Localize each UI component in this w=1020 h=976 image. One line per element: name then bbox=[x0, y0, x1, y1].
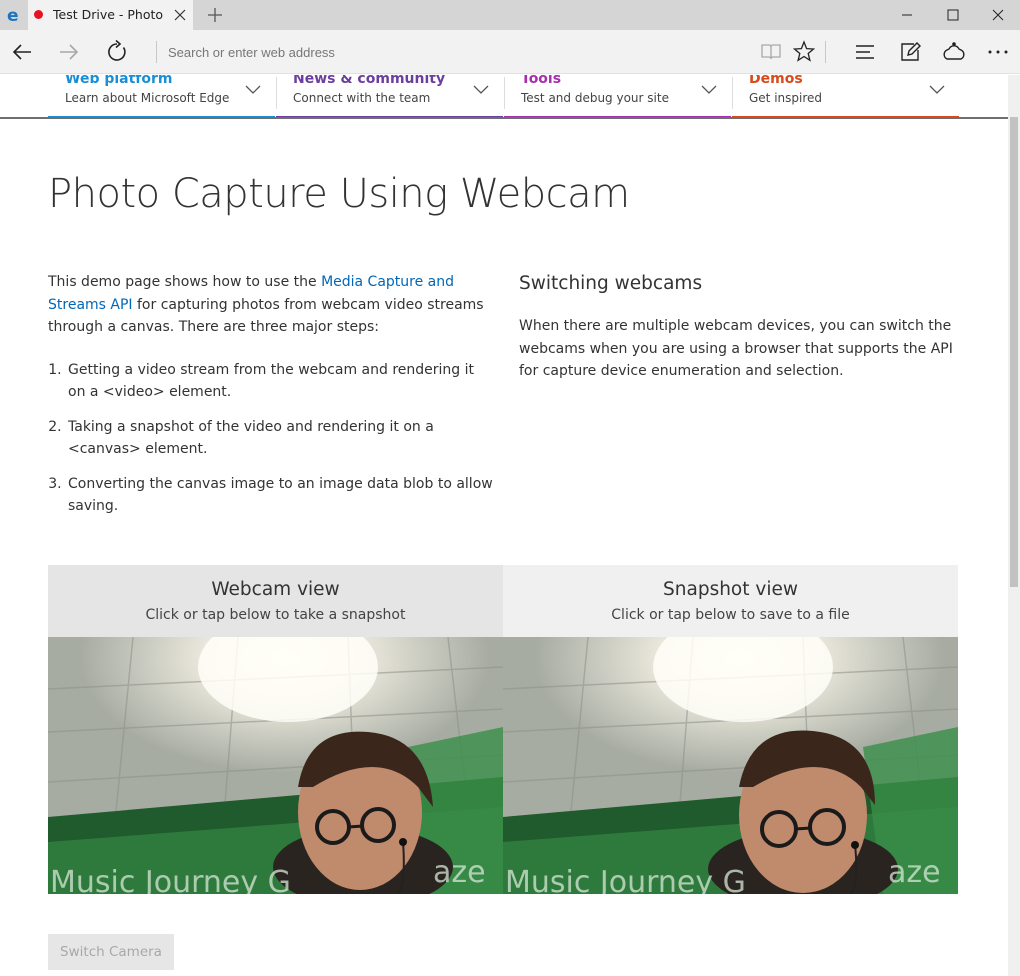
share-icon[interactable] bbox=[940, 38, 968, 66]
svg-text:Music Journey G: Music Journey G bbox=[505, 865, 746, 894]
toolbar-divider bbox=[825, 41, 826, 63]
browser-tab[interactable]: Test Drive - Photo C bbox=[28, 0, 193, 30]
chevron-down-icon bbox=[701, 85, 717, 94]
nav-divider bbox=[276, 77, 277, 109]
page-title: Photo Capture Using Webcam bbox=[48, 171, 630, 217]
nav-underline bbox=[48, 116, 275, 117]
nav-tools[interactable]: Tools Test and debug your site bbox=[504, 75, 731, 117]
nav-subtitle: Get inspired bbox=[749, 91, 823, 105]
step-item: Converting the canvas image to an image … bbox=[66, 473, 493, 518]
nav-title: Web platform bbox=[65, 75, 173, 87]
scrollbar-thumb[interactable] bbox=[1010, 117, 1018, 587]
webcam-video[interactable]: Music Journey G aze bbox=[48, 637, 503, 894]
favorite-star-icon[interactable] bbox=[790, 38, 818, 66]
maximize-icon[interactable] bbox=[930, 0, 976, 30]
svg-text:Music Journey G: Music Journey G bbox=[50, 865, 291, 894]
nav-subtitle: Test and debug your site bbox=[521, 91, 669, 105]
minimize-icon[interactable] bbox=[884, 0, 930, 30]
close-tab-icon[interactable] bbox=[170, 5, 190, 25]
more-options-icon[interactable] bbox=[984, 38, 1012, 66]
forward-icon[interactable] bbox=[55, 38, 83, 66]
nav-underline bbox=[276, 116, 503, 117]
switching-column: Switching webcams When there are multipl… bbox=[519, 271, 961, 383]
nav-divider bbox=[504, 77, 505, 109]
site-navigation: Web platform Learn about Microsoft Edge … bbox=[0, 75, 1008, 119]
nav-underline bbox=[732, 116, 959, 117]
intro-paragraph: This demo page shows how to use the Medi… bbox=[48, 271, 493, 339]
nav-web-platform[interactable]: Web platform Learn about Microsoft Edge bbox=[48, 75, 275, 117]
svg-text:aze: aze bbox=[433, 855, 486, 890]
nav-news-community[interactable]: News & community Connect with the team bbox=[276, 75, 503, 117]
hub-icon[interactable] bbox=[851, 38, 879, 66]
steps-list: Getting a video stream from the webcam a… bbox=[48, 359, 493, 518]
snapshot-frame-image: Music Journey G aze bbox=[503, 637, 958, 894]
snapshot-view-panel: Snapshot view Click or tap below to save… bbox=[503, 565, 958, 894]
step-item: Getting a video stream from the webcam a… bbox=[66, 359, 493, 404]
snapshot-canvas[interactable]: Music Journey G aze bbox=[503, 637, 958, 894]
nav-title: Tools bbox=[521, 75, 562, 87]
svg-text:e: e bbox=[7, 6, 19, 24]
nav-title: News & community bbox=[293, 75, 446, 87]
webcam-frame-image: Music Journey G aze bbox=[48, 637, 503, 894]
refresh-icon[interactable] bbox=[103, 38, 131, 66]
nav-subtitle: Connect with the team bbox=[293, 91, 431, 105]
intro-column: This demo page shows how to use the Medi… bbox=[48, 271, 493, 530]
nav-demos[interactable]: Demos Get inspired bbox=[732, 75, 959, 117]
switching-heading: Switching webcams bbox=[519, 273, 703, 294]
back-icon[interactable] bbox=[8, 38, 36, 66]
nav-subtitle: Learn about Microsoft Edge bbox=[65, 91, 230, 105]
vertical-scrollbar[interactable] bbox=[1008, 75, 1020, 976]
browser-toolbar bbox=[0, 30, 1020, 74]
snapshot-view-title: Snapshot view bbox=[663, 579, 798, 600]
snapshot-view-subtitle: Click or tap below to save to a file bbox=[611, 607, 850, 623]
chevron-down-icon bbox=[473, 85, 489, 94]
title-bar: e Test Drive - Photo C bbox=[0, 0, 1020, 30]
page-content: Photo Capture Using Webcam This demo pag… bbox=[0, 121, 1008, 976]
nav-underline bbox=[504, 116, 731, 117]
web-note-icon[interactable] bbox=[896, 38, 924, 66]
nav-title: Demos bbox=[749, 75, 803, 87]
chevron-down-icon bbox=[245, 85, 261, 94]
edge-logo-icon: e bbox=[7, 6, 19, 24]
webcam-view-panel: Webcam view Click or tap below to take a… bbox=[48, 565, 503, 894]
webcam-view-title: Webcam view bbox=[211, 579, 340, 600]
tab-title: Test Drive - Photo C bbox=[53, 7, 165, 22]
switching-paragraph: When there are multiple webcam devices, … bbox=[519, 318, 953, 379]
switch-camera-button[interactable]: Switch Camera bbox=[48, 934, 174, 970]
recording-indicator-icon bbox=[34, 10, 43, 19]
capture-views: Webcam view Click or tap below to take a… bbox=[48, 565, 959, 894]
address-bar-input[interactable] bbox=[162, 39, 752, 65]
close-window-icon[interactable] bbox=[974, 0, 1020, 30]
webcam-view-subtitle: Click or tap below to take a snapshot bbox=[145, 607, 406, 623]
chevron-down-icon bbox=[929, 85, 945, 94]
nav-divider bbox=[732, 77, 733, 109]
address-divider bbox=[156, 41, 157, 63]
svg-text:aze: aze bbox=[888, 855, 941, 890]
step-item: Taking a snapshot of the video and rende… bbox=[66, 416, 493, 461]
new-tab-icon[interactable] bbox=[203, 3, 227, 27]
reading-view-icon[interactable] bbox=[757, 38, 785, 66]
intro-text: This demo page shows how to use the bbox=[48, 274, 322, 290]
